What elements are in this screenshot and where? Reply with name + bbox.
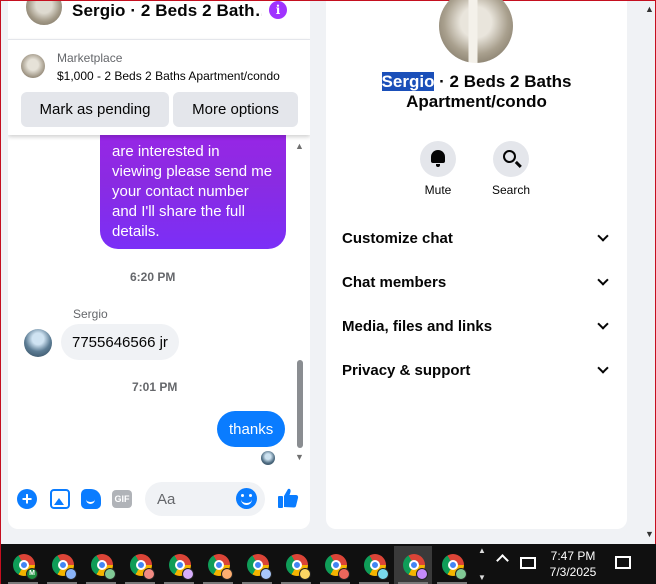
mute-label: Mute — [424, 183, 452, 197]
title-line-2: Apartment/condo — [406, 92, 547, 111]
profile-badge-icon — [377, 568, 389, 580]
taskbar-chrome-app[interactable] — [355, 546, 393, 584]
profile-badge-icon — [182, 568, 194, 580]
chevron-down-icon — [597, 317, 609, 330]
title-rest: · 2 Beds 2 Baths — [434, 72, 572, 91]
section-label: Chat members — [342, 273, 447, 291]
incoming-message-bubble[interactable]: 7755646566 jr — [61, 324, 179, 360]
page-scroll-up-arrow-icon[interactable]: ▲ — [645, 4, 654, 14]
message-scrollbar[interactable]: ▲ ▼ — [295, 141, 305, 465]
profile-badge-icon: M — [26, 568, 38, 580]
taskbar-chrome-app[interactable] — [394, 546, 432, 584]
chat-panel: Sergio · 2 Beds 2 Bath… i Marketplace $1… — [8, 1, 310, 529]
sender-name: Sergio — [73, 307, 108, 321]
seen-receipt-avatar — [261, 451, 275, 465]
taskbar-chrome-app[interactable] — [82, 546, 120, 584]
timestamp: 6:20 PM — [130, 270, 176, 284]
sender-avatar[interactable] — [24, 329, 52, 357]
notification-icon[interactable] — [615, 556, 631, 569]
chevron-down-icon — [597, 229, 609, 242]
taskbar-chrome-app[interactable] — [121, 546, 159, 584]
taskbar-chrome-app[interactable] — [43, 546, 81, 584]
clock-date: 7/3/2025 — [549, 565, 597, 579]
network-icon[interactable] — [520, 557, 536, 569]
taskbar-chrome-app[interactable]: M — [4, 546, 42, 584]
thumbs-up-icon[interactable] — [276, 486, 300, 510]
chevron-down-icon — [597, 273, 609, 286]
taskbar-chrome-app[interactable] — [160, 546, 198, 584]
profile-badge-icon — [416, 568, 428, 580]
profile-badge-icon — [260, 568, 272, 580]
plus-icon[interactable]: + — [17, 489, 37, 509]
mark-as-pending-button[interactable]: Mark as pending — [21, 92, 169, 127]
message-line: and I'll share the full — [112, 203, 245, 220]
taskbar-chrome-app[interactable] — [238, 546, 276, 584]
section-media-files-links[interactable]: Media, files and links — [334, 306, 619, 346]
photo-icon[interactable] — [50, 489, 70, 509]
listing-thumbnail[interactable] — [21, 54, 45, 78]
conversation-details-panel: Sergio · 2 Beds 2 Baths Apartment/condo … — [326, 0, 627, 529]
marketplace-label: Marketplace — [57, 51, 123, 65]
gif-icon[interactable]: GIF — [112, 490, 132, 508]
page-scroll-down-arrow-icon[interactable]: ▼ — [645, 529, 654, 539]
emoji-icon[interactable] — [236, 488, 257, 509]
section-privacy-support[interactable]: Privacy & support — [334, 350, 619, 390]
profile-badge-icon — [221, 568, 233, 580]
profile-badge-icon — [104, 568, 116, 580]
message-composer: + GIF — [8, 481, 310, 517]
clock-time: 7:47 PM — [550, 549, 596, 563]
message-line: viewing please send me — [112, 163, 273, 180]
taskbar-scroll-arrows-icon[interactable]: ▲ ▼ — [475, 546, 489, 584]
chevron-up-icon[interactable] — [496, 554, 509, 567]
search-label: Search — [491, 183, 531, 197]
search-icon[interactable] — [493, 141, 529, 177]
sticker-icon[interactable] — [81, 489, 101, 509]
scrollbar-thumb[interactable] — [297, 360, 303, 448]
windows-taskbar: M ▲ ▼ 7:47 PM 7/3/2025 — [1, 544, 656, 584]
profile-badge-icon — [338, 568, 350, 580]
mute-button[interactable]: Mute — [408, 141, 468, 197]
message-line: are interested in — [112, 143, 220, 160]
info-icon[interactable]: i — [269, 1, 287, 19]
system-clock[interactable]: 7:47 PM 7/3/2025 — [545, 548, 601, 580]
taskbar-chrome-app[interactable] — [316, 546, 354, 584]
section-label: Privacy & support — [342, 361, 471, 379]
bell-icon[interactable] — [420, 141, 456, 177]
taskbar-chrome-app[interactable] — [277, 546, 315, 584]
taskbar-chrome-app[interactable] — [433, 546, 471, 584]
scroll-up-arrow-icon[interactable]: ▲ — [295, 141, 304, 151]
taskbar-chrome-app[interactable] — [199, 546, 237, 584]
profile-badge-icon — [143, 568, 155, 580]
selected-name-text[interactable]: Sergio — [381, 72, 435, 91]
section-chat-members[interactable]: Chat members — [334, 262, 619, 302]
more-options-button[interactable]: More options — [173, 92, 298, 127]
conversation-title: Sergio · 2 Beds 2 Baths Apartment/condo — [326, 72, 627, 112]
message-line: details. — [112, 223, 160, 240]
marketplace-card: Marketplace $1,000 - 2 Beds 2 Baths Apar… — [8, 39, 310, 135]
profile-badge-icon — [65, 568, 77, 580]
scroll-down-arrow-icon[interactable]: ▼ — [295, 452, 304, 462]
listing-title[interactable]: $1,000 - 2 Beds 2 Baths Apartment/condo — [57, 69, 280, 83]
chat-header: Sergio · 2 Beds 2 Bath… i — [8, 1, 310, 31]
listing-avatar-large[interactable] — [439, 0, 513, 63]
section-label: Media, files and links — [342, 317, 493, 335]
message-line: your contact number — [112, 183, 249, 200]
profile-badge-icon — [455, 568, 467, 580]
listing-avatar[interactable] — [24, 1, 64, 27]
chat-title[interactable]: Sergio · 2 Beds 2 Bath… — [72, 1, 262, 21]
chevron-down-icon — [597, 361, 609, 374]
timestamp: 7:01 PM — [132, 380, 178, 394]
section-customize-chat[interactable]: Customize chat — [334, 218, 619, 258]
section-label: Customize chat — [342, 229, 453, 247]
profile-badge-icon — [299, 568, 311, 580]
search-button[interactable]: Search — [481, 141, 541, 197]
outgoing-message-bubble[interactable]: thanks — [217, 411, 286, 447]
